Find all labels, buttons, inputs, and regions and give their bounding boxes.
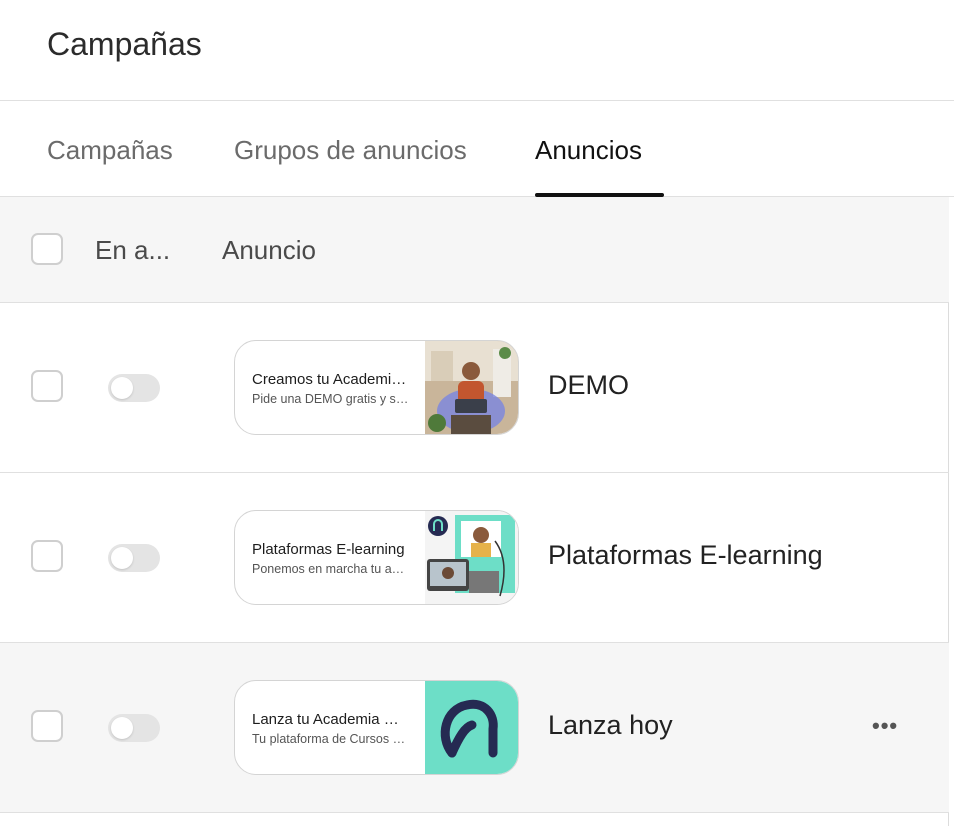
page-title: Campañas <box>47 26 202 62</box>
column-header-status[interactable]: En a... <box>95 235 170 266</box>
tab-ads[interactable]: Anuncios <box>535 135 642 166</box>
more-options-icon[interactable]: ••• <box>872 713 898 739</box>
row-checkbox[interactable] <box>31 710 63 742</box>
status-toggle[interactable] <box>108 374 160 402</box>
woman-with-laptop-photo <box>425 341 518 434</box>
ad-name[interactable]: DEMO <box>548 370 629 401</box>
ad-headline: Creamos tu Academia Online <box>252 371 410 388</box>
select-all-checkbox[interactable] <box>31 233 63 265</box>
toggle-knob <box>111 547 133 569</box>
tab-bar: Campañas Grupos de anuncios Anuncios <box>0 101 954 197</box>
page-header: Campañas <box>0 0 954 101</box>
ads-table: En a... Anuncio Creamos tu Academia Onli… <box>0 197 949 826</box>
ad-name[interactable]: Plataformas E-learning <box>548 540 823 571</box>
ad-description: Tu plataforma de Cursos Online <box>252 732 410 746</box>
ad-preview-card[interactable]: Creamos tu Academia Online Pide una DEMO… <box>234 340 519 435</box>
ad-description: Ponemos en marcha tu academia <box>252 562 410 576</box>
status-toggle[interactable] <box>108 714 160 742</box>
row-checkbox[interactable] <box>31 370 63 402</box>
row-checkbox[interactable] <box>31 540 63 572</box>
ad-name[interactable]: Lanza hoy <box>548 710 673 741</box>
ad-headline: Plataformas E-learning <box>252 541 405 558</box>
ad-description: Pide una DEMO gratis y sin compromiso <box>252 392 410 406</box>
brand-logo-icon <box>425 681 518 774</box>
table-row[interactable]: Creamos tu Academia Online Pide una DEMO… <box>0 303 949 473</box>
table-header: En a... Anuncio <box>0 197 949 303</box>
ad-headline: Lanza tu Academia Online <box>252 711 410 728</box>
tab-campaigns[interactable]: Campañas <box>47 135 173 166</box>
column-header-ad[interactable]: Anuncio <box>222 235 316 266</box>
toggle-knob <box>111 717 133 739</box>
tab-ad-groups[interactable]: Grupos de anuncios <box>234 135 467 166</box>
video-call-illustration <box>425 511 518 604</box>
toggle-knob <box>111 377 133 399</box>
ad-preview-card[interactable]: Lanza tu Academia Online Tu plataforma d… <box>234 680 519 775</box>
table-row[interactable]: Plataformas E-learning Ponemos en marcha… <box>0 473 949 643</box>
table-row[interactable]: Lanza tu Academia Online Tu plataforma d… <box>0 643 949 813</box>
ad-preview-card[interactable]: Plataformas E-learning Ponemos en marcha… <box>234 510 519 605</box>
status-toggle[interactable] <box>108 544 160 572</box>
